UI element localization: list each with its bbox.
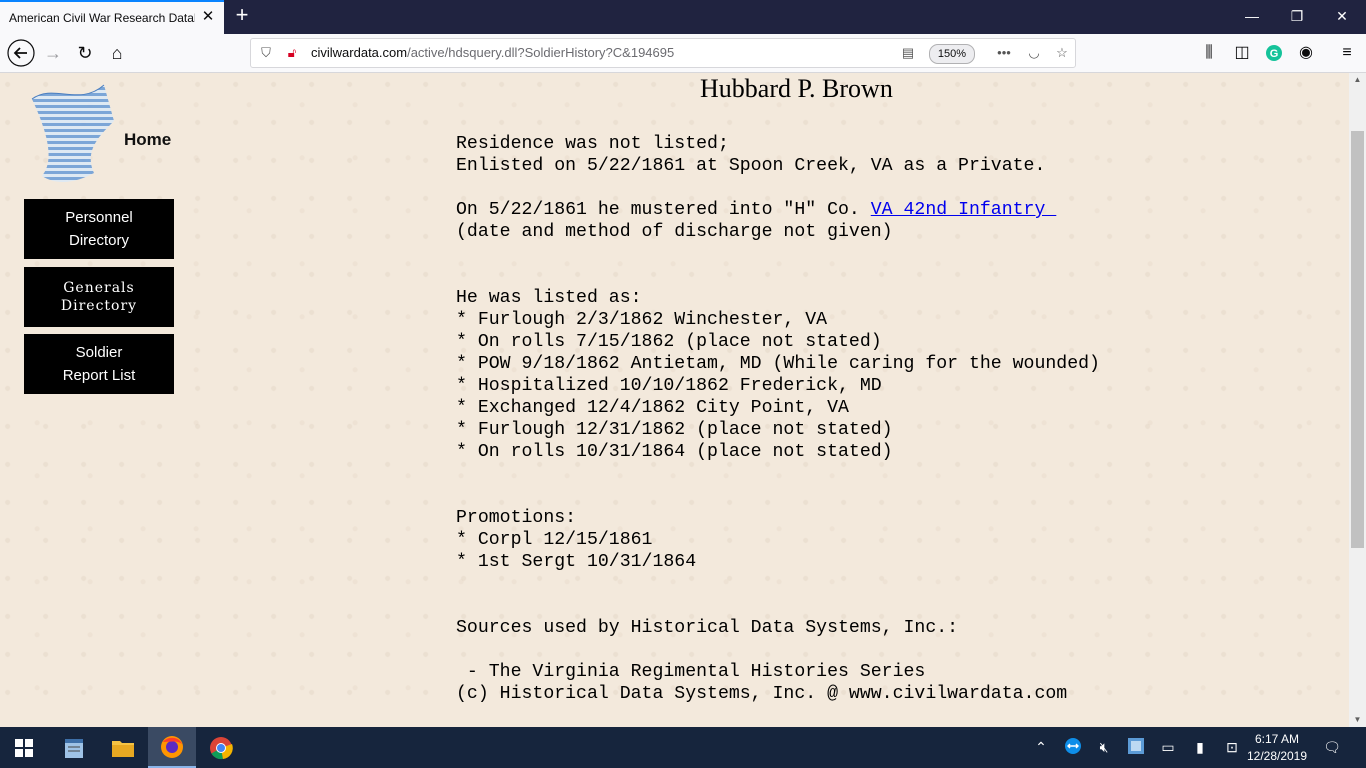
show-hidden-icons-icon[interactable]: ⌃ <box>1031 737 1051 757</box>
unit-link[interactable]: VA 42nd Infantry <box>871 200 1057 220</box>
back-button[interactable] <box>6 39 36 67</box>
promotions-heading: Promotions: <box>456 508 577 528</box>
listing-item: * Furlough 2/3/1862 Winchester, VA <box>456 310 828 330</box>
promotion-item: * Corpl 12/15/1861 <box>456 530 653 550</box>
restore-icon[interactable]: ❐ <box>1282 6 1312 26</box>
windows-taskbar: ⌃ 🔇︎ ▭ ▮ ⊡ 6:17 AM 12/28/2019 🗨︎ <box>0 727 1366 768</box>
pocket-icon[interactable]: ◡ <box>1025 44 1043 62</box>
teamviewer-tray-icon[interactable] <box>1063 737 1083 757</box>
insecure-lock-icon[interactable]: 🔓︎ <box>283 44 301 62</box>
monitor-tray-icon[interactable]: ▭ <box>1158 737 1178 757</box>
address-bar[interactable]: ⛉ 🔓︎ civilwardata.com/active/hdsquery.dl… <box>250 38 1076 68</box>
home-link[interactable]: Home <box>124 130 171 150</box>
reader-view-icon[interactable]: ▤ <box>899 44 917 62</box>
clock-date: 12/28/2019 <box>1246 749 1308 763</box>
action-center-icon[interactable]: 🗨︎ <box>1322 737 1342 757</box>
enlisted-line: Enlisted on 5/22/1861 at Spoon Creek, VA… <box>456 156 1046 176</box>
battery-icon[interactable]: ▮ <box>1190 737 1210 757</box>
tab-active[interactable]: American Civil War Research Datab ✕ <box>0 0 224 34</box>
tab-title: American Civil War Research Datab <box>9 11 195 25</box>
library-icon[interactable]: ⫼ <box>1197 39 1221 67</box>
soldier-record: Residence was not listed; Enlisted on 5/… <box>456 133 1100 705</box>
listing-item: * POW 9/18/1862 Antietam, MD (While cari… <box>456 354 1100 374</box>
vertical-scrollbar[interactable]: ▲ ▼ <box>1349 73 1366 727</box>
volume-muted-icon[interactable]: 🔇︎ <box>1094 737 1114 757</box>
navigation-toolbar: → ↻ ⌂ ⛉ 🔓︎ civilwardata.com/active/hdsqu… <box>0 34 1366 73</box>
home-icon[interactable]: ⌂ <box>102 39 132 67</box>
menu-icon[interactable]: ≡ <box>1335 39 1359 67</box>
bookmark-star-icon[interactable]: ☆ <box>1053 44 1071 62</box>
promotion-item: * 1st Sergt 10/31/1864 <box>456 552 697 572</box>
generals-directory-button[interactable]: Generals Directory <box>24 267 174 327</box>
clock-time: 6:17 AM <box>1254 732 1300 746</box>
scroll-down-arrow-icon[interactable]: ▼ <box>1349 713 1366 727</box>
reload-icon[interactable]: ↻ <box>70 39 100 67</box>
new-tab-icon[interactable]: + <box>230 4 254 28</box>
listing-item: * Furlough 12/31/1862 (place not stated) <box>456 420 893 440</box>
title-container: Hubbard P. Brown <box>700 74 893 104</box>
copyright-line: (c) Historical Data Systems, Inc. @ www.… <box>456 684 1068 704</box>
scroll-thumb[interactable] <box>1351 131 1364 548</box>
page-content: Home Personnel Directory Generals Direct… <box>0 73 1349 727</box>
sidebar-icon[interactable]: ◫ <box>1230 39 1254 67</box>
listed-heading: He was listed as: <box>456 288 642 308</box>
chrome-app-icon[interactable] <box>197 727 245 768</box>
firefox-app-icon[interactable] <box>148 727 196 768</box>
soldier-report-list-button[interactable]: Soldier Report List <box>24 334 174 394</box>
listing-item: * Exchanged 12/4/1862 City Point, VA <box>456 398 849 418</box>
tab-strip: American Civil War Research Datab ✕ + — … <box>0 0 1366 34</box>
scroll-up-arrow-icon[interactable]: ▲ <box>1349 73 1366 87</box>
personnel-directory-button[interactable]: Personnel Directory <box>24 199 174 259</box>
file-explorer-icon[interactable] <box>99 727 147 768</box>
shield-icon[interactable]: ⛉ <box>257 44 275 62</box>
url-text[interactable]: civilwardata.com/active/hdsquery.dll?Sol… <box>311 45 674 60</box>
network-app-tray-icon[interactable] <box>1126 737 1146 757</box>
notepad-app-icon[interactable] <box>50 727 98 768</box>
tab-close-icon[interactable]: ✕ <box>200 9 216 25</box>
close-window-icon[interactable]: ✕ <box>1327 6 1357 26</box>
sources-heading: Sources used by Historical Data Systems,… <box>456 618 959 638</box>
listing-item: * On rolls 10/31/1864 (place not stated) <box>456 442 893 462</box>
page-actions-icon[interactable]: ••• <box>995 44 1013 62</box>
svg-text:G: G <box>1270 48 1279 60</box>
network-icon[interactable]: ⊡ <box>1222 737 1242 757</box>
windows-start-icon[interactable] <box>0 727 48 768</box>
muster-line: On 5/22/1861 he mustered into "H" Co. <box>456 200 871 220</box>
listing-item: * Hospitalized 10/10/1862 Frederick, MD <box>456 376 882 396</box>
system-clock[interactable]: 6:17 AM 12/28/2019 <box>1242 731 1312 765</box>
grammarly-icon[interactable]: G <box>1262 39 1286 67</box>
source-item: - The Virginia Regimental Histories Seri… <box>456 662 926 682</box>
flag-logo[interactable] <box>24 81 124 189</box>
account-icon[interactable]: ◉ <box>1294 39 1318 67</box>
minimize-icon[interactable]: — <box>1237 6 1267 26</box>
soldier-name-heading: Hubbard P. Brown <box>700 74 893 103</box>
zoom-level[interactable]: 150% <box>929 44 975 64</box>
residence-line: Residence was not listed; <box>456 134 729 154</box>
listing-item: * On rolls 7/15/1862 (place not stated) <box>456 332 882 352</box>
forward-icon[interactable]: → <box>38 39 68 67</box>
discharge-line: (date and method of discharge not given) <box>456 222 893 242</box>
